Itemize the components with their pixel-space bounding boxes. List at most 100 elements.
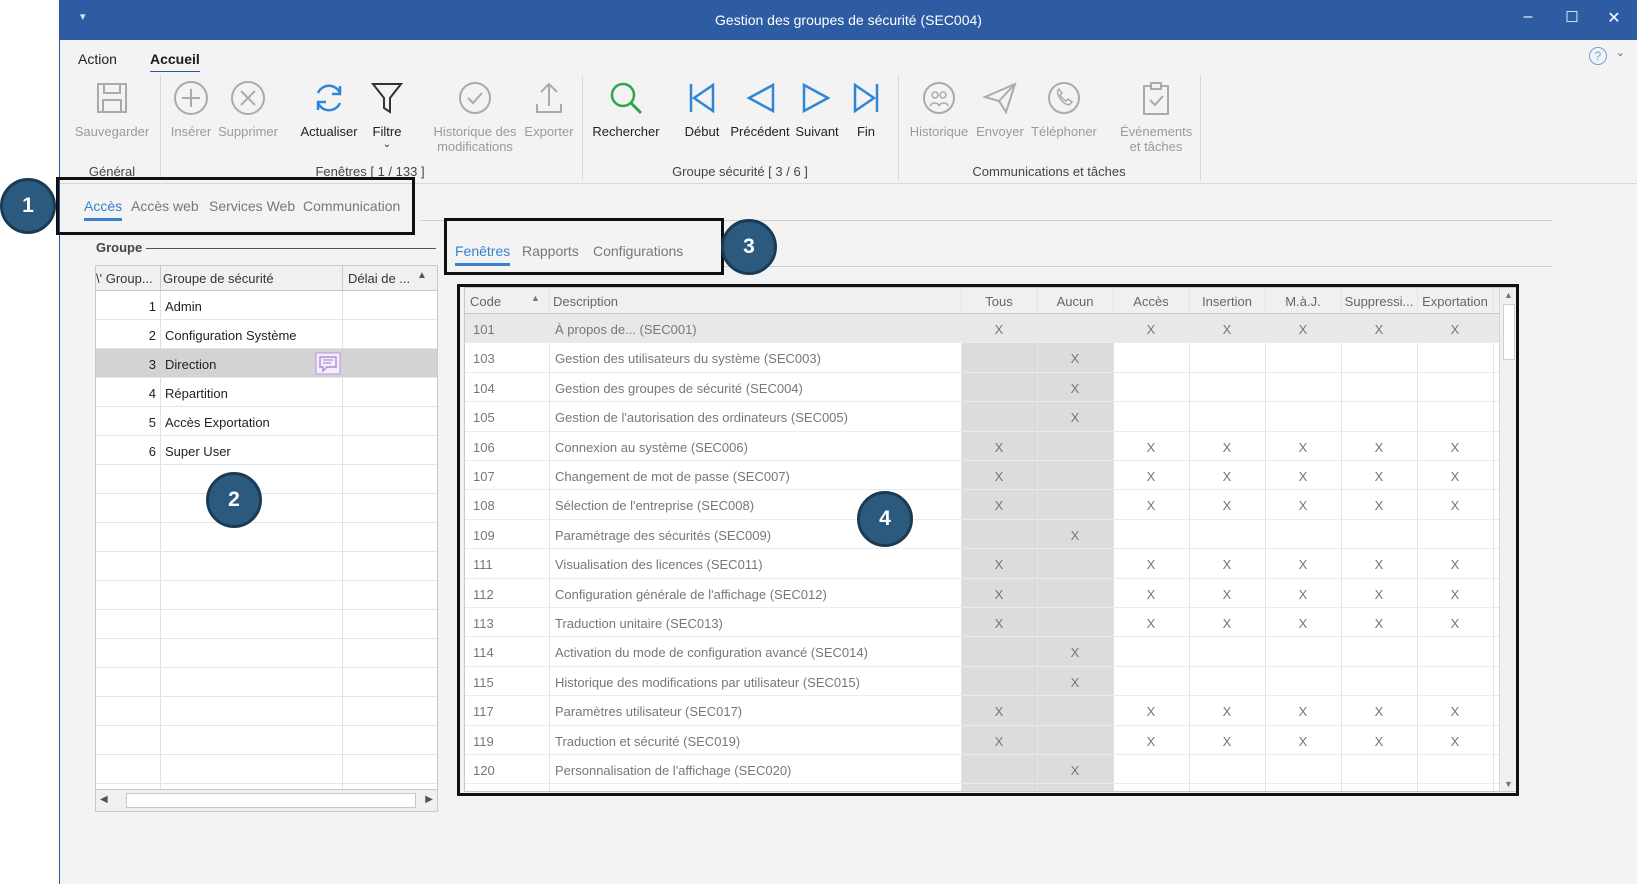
- permission-cell[interactable]: X: [1113, 734, 1189, 749]
- chevron-down-icon[interactable]: ⌄: [1616, 46, 1625, 59]
- permission-cell[interactable]: X: [1189, 322, 1265, 337]
- permission-cell[interactable]: X: [1265, 704, 1341, 719]
- comment-icon[interactable]: [315, 352, 341, 375]
- table-row[interactable]: 108 Sélection de l'entreprise (SEC008) X X X…: [465, 490, 1501, 520]
- next-record-button[interactable]: Suivant: [792, 78, 842, 139]
- permission-cell[interactable]: X: [1189, 557, 1265, 572]
- permission-cell[interactable]: X: [1341, 557, 1417, 572]
- send-button[interactable]: Envoyer: [972, 78, 1028, 139]
- permission-cell[interactable]: X: [1113, 440, 1189, 455]
- permission-cell[interactable]: X: [1189, 440, 1265, 455]
- column-header-maj[interactable]: M.à.J.: [1265, 294, 1341, 309]
- permission-cell[interactable]: X: [1265, 557, 1341, 572]
- table-row[interactable]: 1 Admin: [96, 291, 437, 320]
- column-header-group-number[interactable]: \' Group...: [96, 271, 153, 286]
- permission-cell[interactable]: X: [1265, 616, 1341, 631]
- scroll-left-icon[interactable]: ◀: [100, 794, 108, 805]
- permission-cell[interactable]: X: [1113, 587, 1189, 602]
- permission-cell[interactable]: X: [1341, 616, 1417, 631]
- permission-cell[interactable]: X: [1417, 440, 1493, 455]
- permission-cell[interactable]: X: [1189, 734, 1265, 749]
- save-button[interactable]: Sauvegarder: [72, 78, 152, 139]
- permission-cell[interactable]: X: [961, 616, 1037, 631]
- permission-cell[interactable]: X: [1265, 587, 1341, 602]
- menu-tab-accueil[interactable]: Accueil: [150, 51, 200, 73]
- permission-cell[interactable]: X: [1417, 704, 1493, 719]
- scroll-down-icon[interactable]: ▼: [1504, 779, 1513, 789]
- column-header-insertion[interactable]: Insertion: [1189, 294, 1265, 309]
- tab-configurations[interactable]: Configurations: [593, 243, 683, 259]
- permission-cell[interactable]: X: [961, 469, 1037, 484]
- permission-cell[interactable]: X: [1341, 734, 1417, 749]
- permission-cell[interactable]: X: [1417, 557, 1493, 572]
- table-row[interactable]: 114 Activation du mode de configuration a…: [465, 637, 1501, 667]
- tab-fenetres[interactable]: Fenêtres: [455, 243, 511, 266]
- column-header-suppression[interactable]: Suppressi...: [1341, 294, 1417, 309]
- permission-cell[interactable]: X: [1341, 440, 1417, 455]
- permission-cell[interactable]: X: [1265, 440, 1341, 455]
- permission-cell[interactable]: X: [1417, 587, 1493, 602]
- last-record-button[interactable]: Fin: [846, 78, 886, 139]
- permission-cell[interactable]: X: [1417, 322, 1493, 337]
- scroll-right-icon[interactable]: ▶: [425, 794, 433, 805]
- history-button[interactable]: Historique: [906, 78, 972, 139]
- permission-cell[interactable]: X: [961, 322, 1037, 337]
- tab-services-web[interactable]: Services Web: [209, 198, 295, 214]
- table-row-selected[interactable]: 3 Direction: [96, 349, 437, 378]
- permission-cell[interactable]: X: [1341, 469, 1417, 484]
- table-row[interactable]: 106 Connexion au système (SEC006) X X X X X X: [465, 432, 1501, 461]
- tab-acces[interactable]: Accès: [84, 198, 123, 221]
- permission-cell[interactable]: X: [1189, 498, 1265, 513]
- permission-cell[interactable]: X: [961, 704, 1037, 719]
- tab-communication[interactable]: Communication: [303, 198, 400, 214]
- events-tasks-button[interactable]: Événements et tâches: [1120, 78, 1192, 154]
- filter-button[interactable]: Filtre ⌄: [365, 78, 409, 152]
- menu-tab-action[interactable]: Action: [78, 51, 117, 67]
- permission-cell[interactable]: X: [1113, 557, 1189, 572]
- column-header-exportation[interactable]: Exportation: [1417, 294, 1493, 309]
- scroll-thumb[interactable]: [126, 793, 416, 808]
- permission-cell[interactable]: X: [1037, 645, 1113, 660]
- search-button[interactable]: Rechercher: [590, 78, 662, 139]
- column-header-security-group[interactable]: Groupe de sécurité: [163, 271, 274, 286]
- table-row[interactable]: 5 Accès Exportation: [96, 407, 437, 436]
- refresh-button[interactable]: Actualiser: [296, 78, 362, 139]
- column-header-description[interactable]: Description: [553, 294, 618, 309]
- column-header-delay[interactable]: Délai de ...: [348, 271, 410, 286]
- permission-cell[interactable]: X: [1417, 616, 1493, 631]
- permission-cell[interactable]: X: [1113, 616, 1189, 631]
- permission-cell[interactable]: X: [1037, 381, 1113, 396]
- permission-cell[interactable]: X: [1265, 498, 1341, 513]
- table-row[interactable]: 6 Super User: [96, 436, 437, 465]
- table-row[interactable]: 105 Gestion de l'autorisation des ordinat…: [465, 402, 1501, 432]
- table-row[interactable]: 104 Gestion des groupes de sécurité (SEC0…: [465, 373, 1501, 403]
- permission-cell[interactable]: X: [1341, 498, 1417, 513]
- insert-button[interactable]: Insérer: [165, 78, 217, 139]
- close-button[interactable]: ✕: [1599, 8, 1629, 28]
- table-row[interactable]: 109 Paramétrage des sécurités (SEC009) X: [465, 520, 1501, 550]
- permission-cell[interactable]: X: [961, 440, 1037, 455]
- column-header-code[interactable]: Code: [470, 294, 501, 309]
- horizontal-scrollbar[interactable]: ◀ ▶: [96, 789, 437, 811]
- phone-button[interactable]: Téléphoner: [1026, 78, 1102, 139]
- tab-acces-web[interactable]: Accès web: [131, 198, 199, 214]
- permission-cell[interactable]: X: [1189, 616, 1265, 631]
- permission-cell[interactable]: X: [1113, 704, 1189, 719]
- permission-cell[interactable]: X: [1417, 734, 1493, 749]
- vertical-scrollbar[interactable]: ▲ ▼: [1499, 288, 1518, 791]
- scroll-thumb[interactable]: [1503, 304, 1515, 360]
- column-header-aucun[interactable]: Aucun: [1037, 294, 1113, 309]
- permission-cell[interactable]: X: [1037, 351, 1113, 366]
- table-row[interactable]: 107 Changement de mot de passe (SEC007) X X…: [465, 461, 1501, 491]
- permission-cell[interactable]: X: [1417, 498, 1493, 513]
- permission-cell[interactable]: X: [1113, 469, 1189, 484]
- permission-cell[interactable]: X: [961, 557, 1037, 572]
- permission-cell[interactable]: X: [1189, 469, 1265, 484]
- permission-cell[interactable]: X: [1341, 322, 1417, 337]
- column-header-acces[interactable]: Accès: [1113, 294, 1189, 309]
- table-row[interactable]: 101 À propos de... (SEC001) X X X X X X: [465, 314, 1501, 344]
- permission-cell[interactable]: X: [1341, 704, 1417, 719]
- table-row[interactable]: 111 Visualisation des licences (SEC011) X X…: [465, 549, 1501, 579]
- tab-rapports[interactable]: Rapports: [522, 243, 579, 259]
- permission-cell[interactable]: X: [961, 498, 1037, 513]
